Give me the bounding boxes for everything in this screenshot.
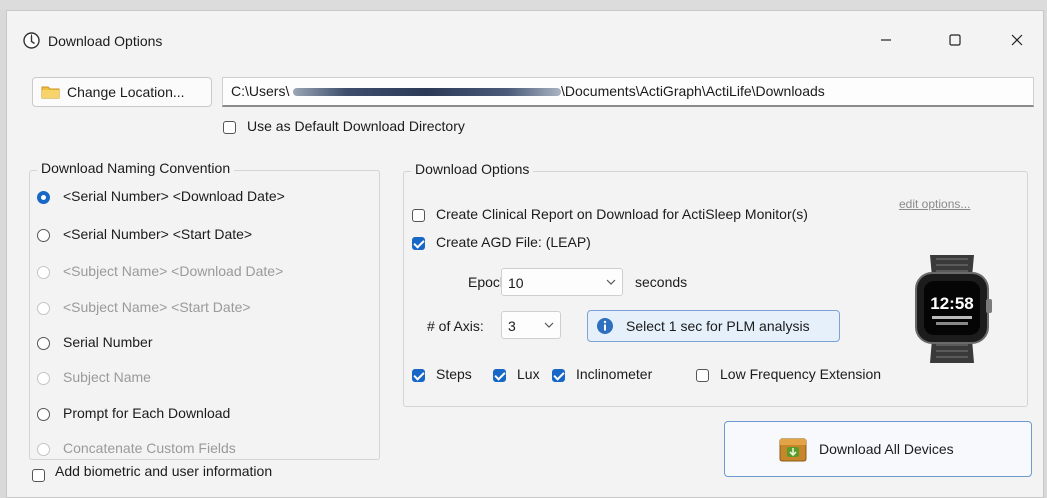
naming-option-label: Prompt for Each Download bbox=[63, 405, 231, 421]
window-title: Download Options bbox=[48, 33, 163, 49]
title-bar: Download Options bbox=[7, 11, 1043, 63]
axis-value: 3 bbox=[508, 318, 516, 334]
naming-option-radio bbox=[37, 443, 50, 456]
close-button[interactable] bbox=[1000, 26, 1034, 54]
low-frequency-checkbox[interactable] bbox=[696, 369, 709, 382]
inclinometer-label: Inclinometer bbox=[576, 366, 653, 382]
path-prefix: C:\Users\ bbox=[231, 83, 290, 99]
change-location-label: Change Location... bbox=[67, 84, 185, 100]
download-all-devices-button[interactable]: Download All Devices bbox=[724, 421, 1032, 477]
naming-option-label: <Subject Name> <Download Date> bbox=[63, 263, 284, 279]
minimize-button[interactable] bbox=[869, 26, 903, 54]
close-icon bbox=[1011, 34, 1023, 46]
naming-option-radio[interactable] bbox=[37, 408, 50, 421]
naming-option-radio[interactable] bbox=[37, 337, 50, 350]
download-clock-icon bbox=[23, 32, 40, 49]
epoch-select[interactable]: 10 bbox=[501, 268, 623, 296]
download-options-dialog: Download Options Change Location... C:\U… bbox=[6, 10, 1044, 498]
naming-option-label: Subject Name bbox=[63, 369, 151, 385]
actigraph-watch-image: 12:58 bbox=[915, 255, 992, 363]
watch-time: 12:58 bbox=[930, 294, 973, 313]
steps-label: Steps bbox=[436, 366, 472, 382]
path-suffix: \Documents\ActiGraph\ActiLife\Downloads bbox=[561, 83, 825, 99]
redacted-username bbox=[293, 88, 561, 96]
naming-option-radio bbox=[37, 302, 50, 315]
device-box-icon bbox=[779, 438, 807, 462]
epoch-value: 10 bbox=[508, 275, 524, 291]
create-agd-checkbox[interactable] bbox=[412, 237, 425, 250]
create-agd-label: Create AGD File: (LEAP) bbox=[436, 234, 591, 250]
naming-option-radio bbox=[37, 266, 50, 279]
chevron-down-icon bbox=[544, 322, 554, 328]
naming-option-radio[interactable] bbox=[37, 191, 50, 204]
maximize-icon bbox=[949, 34, 961, 46]
download-all-label: Download All Devices bbox=[819, 441, 954, 457]
lux-checkbox[interactable] bbox=[493, 369, 506, 382]
naming-option-label: <Subject Name> <Start Date> bbox=[63, 299, 251, 315]
steps-checkbox[interactable] bbox=[412, 369, 425, 382]
maximize-button[interactable] bbox=[938, 26, 972, 54]
change-location-button[interactable]: Change Location... bbox=[32, 77, 212, 107]
epoch-units: seconds bbox=[635, 274, 688, 290]
naming-option-label: <Serial Number> <Download Date> bbox=[63, 188, 285, 204]
naming-option-label: <Serial Number> <Start Date> bbox=[63, 226, 253, 242]
default-directory-checkbox[interactable] bbox=[223, 121, 236, 134]
chevron-down-icon bbox=[606, 279, 616, 285]
axis-select[interactable]: 3 bbox=[501, 311, 561, 339]
naming-option-label: Serial Number bbox=[63, 334, 153, 350]
download-path-field[interactable]: C:\Users\ \Documents\ActiGraph\ActiLife\… bbox=[222, 77, 1034, 107]
naming-option-label: Concatenate Custom Fields bbox=[63, 440, 236, 456]
biometric-label: Add biometric and user information bbox=[55, 463, 273, 479]
naming-convention-title: Download Naming Convention bbox=[37, 160, 235, 176]
plm-analysis-button[interactable]: Select 1 sec for PLM analysis bbox=[587, 310, 840, 342]
axis-label: # of Axis: bbox=[427, 318, 484, 334]
default-directory-label: Use as Default Download Directory bbox=[247, 118, 465, 134]
naming-option-radio bbox=[37, 372, 50, 385]
minimize-icon bbox=[881, 39, 891, 41]
edit-options-link[interactable]: edit options... bbox=[899, 197, 970, 211]
inclinometer-checkbox[interactable] bbox=[552, 369, 565, 382]
low-frequency-label: Low Frequency Extension bbox=[720, 366, 882, 382]
folder-icon bbox=[41, 86, 60, 99]
download-options-title: Download Options bbox=[411, 161, 534, 177]
lux-label: Lux bbox=[517, 366, 540, 382]
info-icon bbox=[597, 318, 613, 334]
background-window-strip bbox=[0, 0, 1047, 10]
naming-option-radio[interactable] bbox=[37, 229, 50, 242]
plm-button-label: Select 1 sec for PLM analysis bbox=[626, 318, 810, 334]
clinical-report-checkbox[interactable] bbox=[412, 209, 425, 222]
biometric-checkbox[interactable] bbox=[32, 469, 45, 482]
clinical-report-label: Create Clinical Report on Download for A… bbox=[436, 206, 808, 222]
